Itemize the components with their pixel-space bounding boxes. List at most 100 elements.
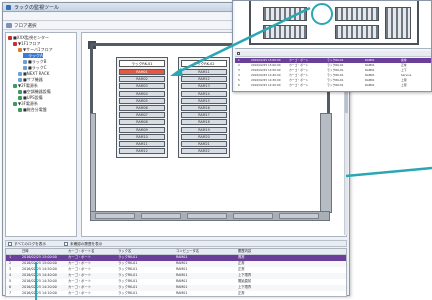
table-cell: 2016/02/25 15:00:00: [22, 255, 57, 259]
table-row[interactable]: 3 2016/02/25 14:50:00 カーゴ・ポート ラックRK-01 RAM01…: [6, 267, 346, 273]
unread-label: 未確認の履歴を表示: [70, 242, 103, 246]
rack-slot[interactable]: RAM22: [181, 148, 227, 155]
table-row[interactable]: 6 2016/02/25 14:20:00 カーゴ・ポート ラックRK-01 RAM01…: [6, 285, 346, 291]
tree-node-icon: [23, 53, 27, 58]
table-row[interactable]: 1 2016/02/25 15:00:00 カーゴ・ポート ラックRK-01 RAM01…: [6, 255, 346, 261]
rack-slot[interactable]: RAM04: [119, 90, 165, 97]
table-cell: 2016/02/25 14:40:00: [22, 273, 57, 277]
tree-item[interactable]: ▼1F1フロア: [13, 41, 40, 46]
table-cell: カーゴ・ポート: [68, 261, 92, 265]
tree-item[interactable]: ■XXX監視センター: [8, 35, 49, 40]
tree-item-label: ■NEXT RACK: [23, 71, 50, 76]
rack-slot[interactable]: RAM21: [181, 140, 227, 147]
inset-rack-row: [263, 25, 307, 39]
inset-floor-plan: [235, 1, 431, 49]
inset-table-row[interactable]: 6 2016/02/25 14:20:00 カーゴ・ポート ラックRK-01 RAM01…: [235, 83, 431, 88]
table-row[interactable]: 2 2016/02/25 15:00:00 カーゴ・ポート ラックRK-01 RAM01…: [6, 261, 346, 267]
wall-segment: [141, 213, 181, 219]
tree-item-label: ラックA: [28, 53, 43, 58]
table-cell: ラックRK-01: [118, 261, 138, 265]
unread-checkbox[interactable]: [64, 242, 68, 246]
rack-slot[interactable]: RAM20: [181, 133, 227, 140]
tree-item-label: ■XXX監視センター: [13, 35, 49, 40]
rack-slot-alert[interactable]: RAM01: [119, 69, 165, 75]
tree-item[interactable]: ■ラックC: [23, 65, 47, 70]
window-title: ラックの監視ツール: [14, 5, 60, 11]
tree-item[interactable]: ▼3F電源系: [13, 101, 38, 106]
show-all-checkbox[interactable]: [8, 242, 12, 246]
table-cell: RAM01: [176, 261, 188, 265]
tree-item[interactable]: ■総合分電盤: [18, 107, 47, 112]
tree-item-label: ■ラックC: [28, 65, 47, 70]
inset-table-cell: ラックRK-01: [327, 83, 344, 87]
inset-log-table: 1 2016/02/25 15:00:00 カーゴ・ポート ラックRK-01 RAM01…: [235, 58, 431, 91]
table-cell: 正常: [238, 291, 245, 295]
tree-item[interactable]: ■ラックB: [23, 59, 47, 64]
inset-table-cell: RAM01: [365, 83, 375, 87]
tree-item-label: ▼1F1フロア: [18, 41, 41, 46]
tree-item-label: ■サブ機器: [23, 77, 43, 82]
rack-slot[interactable]: RAM18: [181, 119, 227, 126]
wall-segment: [279, 213, 319, 219]
rack-slot[interactable]: RAM12: [181, 76, 227, 83]
floor-select-label[interactable]: フロア選択: [14, 23, 37, 29]
tree-node-icon: [18, 71, 22, 76]
rack-header[interactable]: ラックRK-01: [119, 60, 165, 67]
rack-slot[interactable]: RAM02: [119, 76, 165, 83]
rack-header[interactable]: ラックRK-02: [181, 60, 227, 67]
rack-slot[interactable]: RAM10: [119, 133, 165, 140]
rack-slot[interactable]: RAM07: [119, 112, 165, 119]
log-filter-bar: すべてのログを表示 未確認の履歴を表示: [5, 240, 347, 247]
tree-item[interactable]: ▼2F電源系: [13, 83, 38, 88]
table-cell: 2016/02/25 14:10:00: [22, 291, 57, 295]
rack-slot[interactable]: RAM19: [181, 126, 227, 133]
log-table: 日時 カーゴ・ポート名 ラック名 コンピュータ名 履歴内容 1 2016/02/25 15:…: [5, 248, 347, 297]
table-cell: ラックRK-01: [118, 279, 138, 283]
rack-slot[interactable]: RAM12: [119, 148, 165, 155]
rack-rk-01[interactable]: ラックRK-01 RAM01 RAM02 RAM03 RAM04 RAM05 RAM06 RA…: [116, 57, 168, 159]
table-cell: 上下限界: [238, 273, 252, 277]
rack-slot[interactable]: RAM08: [119, 119, 165, 126]
tree-item-label: ▼サーバ1フロア: [23, 47, 53, 52]
rack-slot[interactable]: RAM11: [119, 140, 165, 147]
rack-slot[interactable]: RAM06: [119, 104, 165, 111]
rack-slot[interactable]: RAM11: [181, 69, 227, 75]
wall-segment: [187, 213, 227, 219]
rack-slot[interactable]: RAM14: [181, 90, 227, 97]
table-cell: 日時: [22, 249, 29, 253]
table-row[interactable]: 5 2016/02/25 14:30:00 カーゴ・ポート ラックRK-01 RAM01…: [6, 279, 346, 285]
tree-item[interactable]: ■UPS設備: [18, 95, 43, 100]
table-cell: 正常: [238, 267, 245, 271]
highlight-circle: [311, 3, 333, 25]
table-cell: RAM01: [176, 279, 188, 283]
table-cell: カーゴ・ポート: [68, 279, 92, 283]
tree-item[interactable]: ▼サーバ1フロア: [18, 47, 53, 52]
tree-item[interactable]: ■空調機器設備: [18, 89, 51, 94]
table-cell: 6: [9, 285, 12, 289]
tree-item-label: ■空調機器設備: [23, 89, 51, 94]
table-cell: RAM01: [176, 291, 188, 295]
table-row[interactable]: 7 2016/02/25 14:10:00 カーゴ・ポート ラックRK-01 RAM01…: [6, 291, 346, 296]
inset-checkbox[interactable]: [237, 52, 240, 55]
rack-slot[interactable]: RAM15: [181, 97, 227, 104]
rack-slot[interactable]: RAM05: [119, 97, 165, 104]
table-header[interactable]: 日時 カーゴ・ポート名 ラック名 コンピュータ名 履歴内容: [6, 249, 346, 255]
room-left-wall: [90, 113, 96, 213]
tree-item[interactable]: ■NEXT RACK: [18, 71, 49, 76]
rack-slot[interactable]: RAM13: [181, 83, 227, 90]
rack-rk-02[interactable]: ラックRK-02 RAM11 RAM12 RAM13 RAM14 RAM15 RAM16 RA…: [178, 57, 230, 159]
rack-slot[interactable]: RAM17: [181, 112, 227, 119]
table-cell: 3: [9, 267, 12, 271]
table-cell: RAM01: [176, 285, 188, 289]
table-row[interactable]: 4 2016/02/25 14:40:00 カーゴ・ポート ラックRK-01 RAM01…: [6, 273, 346, 279]
rack-slot[interactable]: RAM16: [181, 104, 227, 111]
rack-slot[interactable]: RAM09: [119, 126, 165, 133]
tree-item[interactable]: ■サブ機器: [18, 77, 43, 82]
table-cell: カーゴ・ポート: [68, 267, 92, 271]
rack-slot[interactable]: RAM03: [119, 83, 165, 90]
tree-item[interactable]: ラックA: [23, 53, 43, 58]
table-cell: ラックRK-01: [118, 255, 138, 259]
floor-icon[interactable]: [6, 23, 12, 28]
tree-node-icon: [18, 47, 22, 52]
table-cell: ラックRK-01: [118, 285, 138, 289]
